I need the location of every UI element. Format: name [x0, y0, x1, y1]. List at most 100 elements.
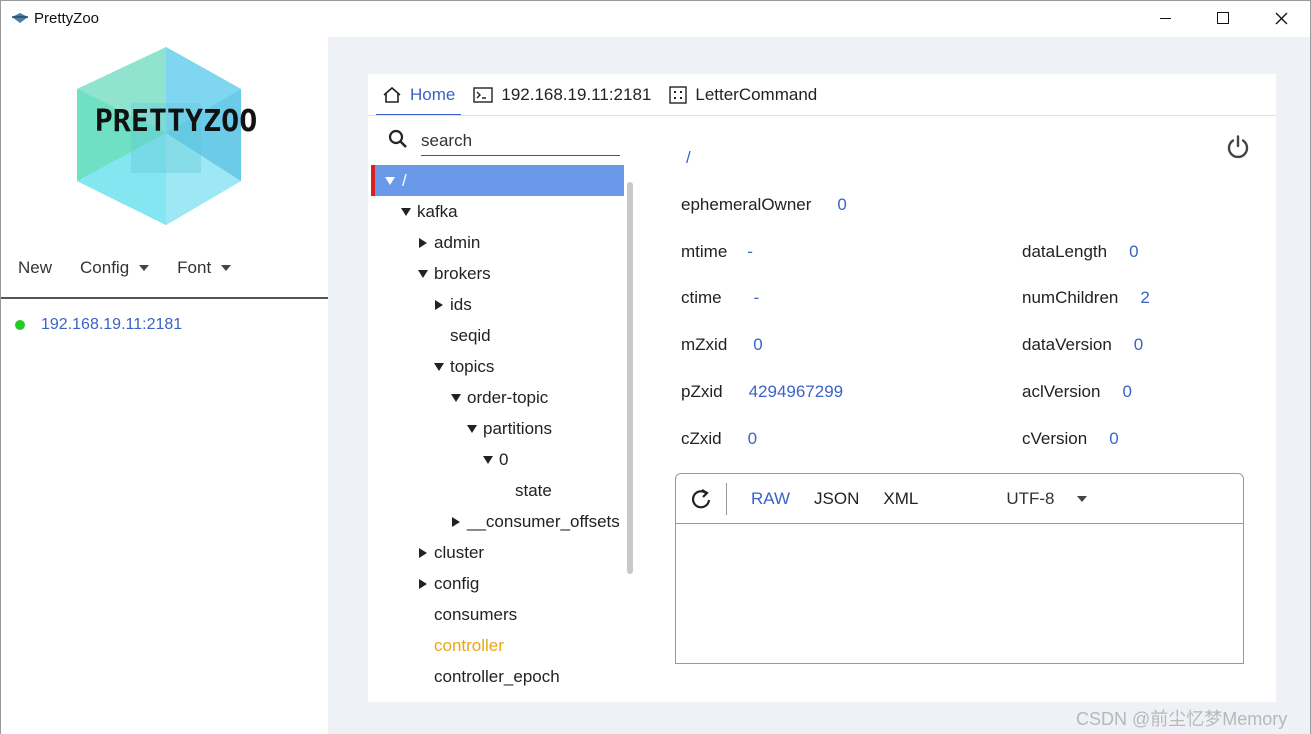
- toolbar-divider: [726, 482, 727, 515]
- prop-value: 0: [753, 335, 763, 354]
- data-viewer: RAW JSON XML UTF-8: [675, 473, 1244, 664]
- tree-node-label: topics: [450, 356, 495, 376]
- search-input[interactable]: [421, 126, 620, 156]
- close-button[interactable]: [1252, 1, 1310, 35]
- tree-node[interactable]: brokers: [371, 258, 624, 289]
- prop-value: 0: [1122, 382, 1132, 401]
- watermark: CSDN @前尘忆梦Memory: [1076, 709, 1288, 729]
- main-menu: New Config Font: [18, 258, 259, 278]
- tab-home-label: Home: [410, 85, 456, 104]
- maximize-button[interactable]: [1194, 1, 1252, 35]
- format-raw-button[interactable]: RAW: [751, 489, 790, 509]
- tree-node[interactable]: topics: [371, 351, 624, 382]
- prop-label: cZxid: [681, 429, 722, 448]
- prop-c-version: cVersion 0: [1022, 429, 1119, 449]
- format-json-button[interactable]: JSON: [814, 489, 859, 509]
- node-path: /: [686, 148, 691, 167]
- tab-divider: [368, 115, 1276, 116]
- collapse-arrow-icon: [415, 578, 431, 589]
- tab-letter-command[interactable]: LetterCommand: [663, 74, 823, 116]
- prop-czxid: cZxid 0: [681, 429, 757, 449]
- tree-node[interactable]: controller_epoch: [371, 661, 624, 692]
- tree-node[interactable]: order-topic: [371, 382, 624, 413]
- close-icon: [1275, 12, 1287, 24]
- prop-value: 0: [747, 429, 758, 448]
- prop-value: 0: [1129, 242, 1139, 261]
- tree-node-label: admin: [434, 232, 481, 252]
- chevron-down-icon: [1076, 495, 1087, 502]
- prop-pzxid: pZxid 4294967299: [681, 382, 843, 402]
- format-xml-button[interactable]: XML: [883, 489, 918, 509]
- tree-node-label: cluster: [434, 542, 485, 562]
- collapse-arrow-icon: [448, 516, 464, 527]
- tree-node[interactable]: consumers: [371, 599, 624, 630]
- expand-arrow-icon: [398, 207, 414, 216]
- menu-font-label: Font: [177, 258, 212, 277]
- prop-value: 0: [1109, 429, 1119, 448]
- left-panel: PRETTYZOO New Config Font 192.168.19.11:…: [1, 37, 328, 734]
- tree-node-label: config: [434, 573, 480, 593]
- tree-node[interactable]: config: [371, 568, 624, 599]
- tree-node[interactable]: controller: [371, 630, 624, 661]
- tree-node[interactable]: state: [371, 475, 624, 506]
- tree-scrollbar[interactable]: [627, 182, 633, 574]
- prop-label: ephemeralOwner: [681, 195, 812, 214]
- tree-node[interactable]: seqid: [371, 320, 624, 351]
- encoding-select[interactable]: UTF-8: [1006, 488, 1087, 509]
- minimize-icon: [1159, 17, 1171, 19]
- terminal-icon: [473, 87, 494, 103]
- menu-config-label: Config: [80, 258, 130, 277]
- minimize-button[interactable]: [1136, 1, 1194, 35]
- prop-value: -: [747, 242, 753, 261]
- menu-config[interactable]: Config: [80, 258, 150, 278]
- tree-node[interactable]: cluster: [371, 537, 624, 568]
- prop-value: -: [753, 288, 760, 307]
- tree-node[interactable]: partitions: [371, 413, 624, 444]
- tree-node-root[interactable]: /: [371, 165, 624, 196]
- tab-server[interactable]: 192.168.19.11:2181: [467, 74, 657, 116]
- tree-node[interactable]: __consumer_offsets: [371, 506, 624, 537]
- node-tree: / kafka admin brokers ids seqid topics o…: [371, 165, 627, 695]
- tab-letter-command-label: LetterCommand: [695, 85, 818, 104]
- prop-value: 0: [1133, 335, 1144, 354]
- data-content-area[interactable]: [676, 525, 1243, 663]
- menu-new[interactable]: New: [18, 258, 52, 278]
- prop-ctime: ctime -: [681, 288, 759, 308]
- prop-label: ctime: [681, 288, 722, 307]
- tree-node[interactable]: 0: [371, 444, 624, 475]
- expand-arrow-icon: [382, 176, 398, 185]
- maximize-icon: [1217, 12, 1229, 24]
- menu-new-label: New: [18, 258, 53, 277]
- window-title: PrettyZoo: [34, 10, 100, 27]
- search-icon: [388, 129, 407, 148]
- tree-node-label: 0: [499, 449, 509, 469]
- prop-data-length: dataLength 0: [1022, 242, 1139, 262]
- tree-node[interactable]: admin: [371, 227, 624, 258]
- tree-node[interactable]: kafka: [371, 196, 624, 227]
- tab-bar: Home 192.168.19.11:2181 LetterCommand: [376, 74, 829, 116]
- prop-label: mtime: [681, 242, 728, 261]
- tree-node-label: /: [402, 170, 407, 190]
- prop-data-version: dataVersion 0: [1022, 335, 1143, 355]
- tree-node-label: controller: [434, 635, 504, 655]
- tree-node-label: state: [515, 480, 552, 500]
- prop-ephemeral-owner: ephemeralOwner 0: [681, 195, 847, 215]
- prop-label: pZxid: [681, 382, 723, 401]
- tree-node-label: ids: [450, 294, 472, 314]
- expand-arrow-icon: [415, 269, 431, 278]
- menu-font[interactable]: Font: [177, 258, 232, 278]
- expand-arrow-icon: [431, 362, 447, 371]
- prop-mzxid: mZxid 0: [681, 335, 763, 355]
- tree-node-label: seqid: [450, 325, 491, 345]
- app-window: PrettyZoo PRETTYZOO New Config Font 192.…: [0, 0, 1311, 734]
- collapse-arrow-icon: [431, 299, 447, 310]
- refresh-button[interactable]: [692, 487, 712, 511]
- tab-home[interactable]: Home: [376, 74, 462, 116]
- server-list-item[interactable]: 192.168.19.11:2181: [15, 316, 182, 334]
- prop-value: 0: [837, 195, 847, 214]
- disconnect-power-icon[interactable]: [1225, 134, 1251, 160]
- tree-node[interactable]: ids: [371, 289, 624, 320]
- prop-label: dataVersion: [1022, 335, 1112, 354]
- chevron-down-icon: [139, 265, 150, 271]
- encoding-value: UTF-8: [1006, 488, 1055, 508]
